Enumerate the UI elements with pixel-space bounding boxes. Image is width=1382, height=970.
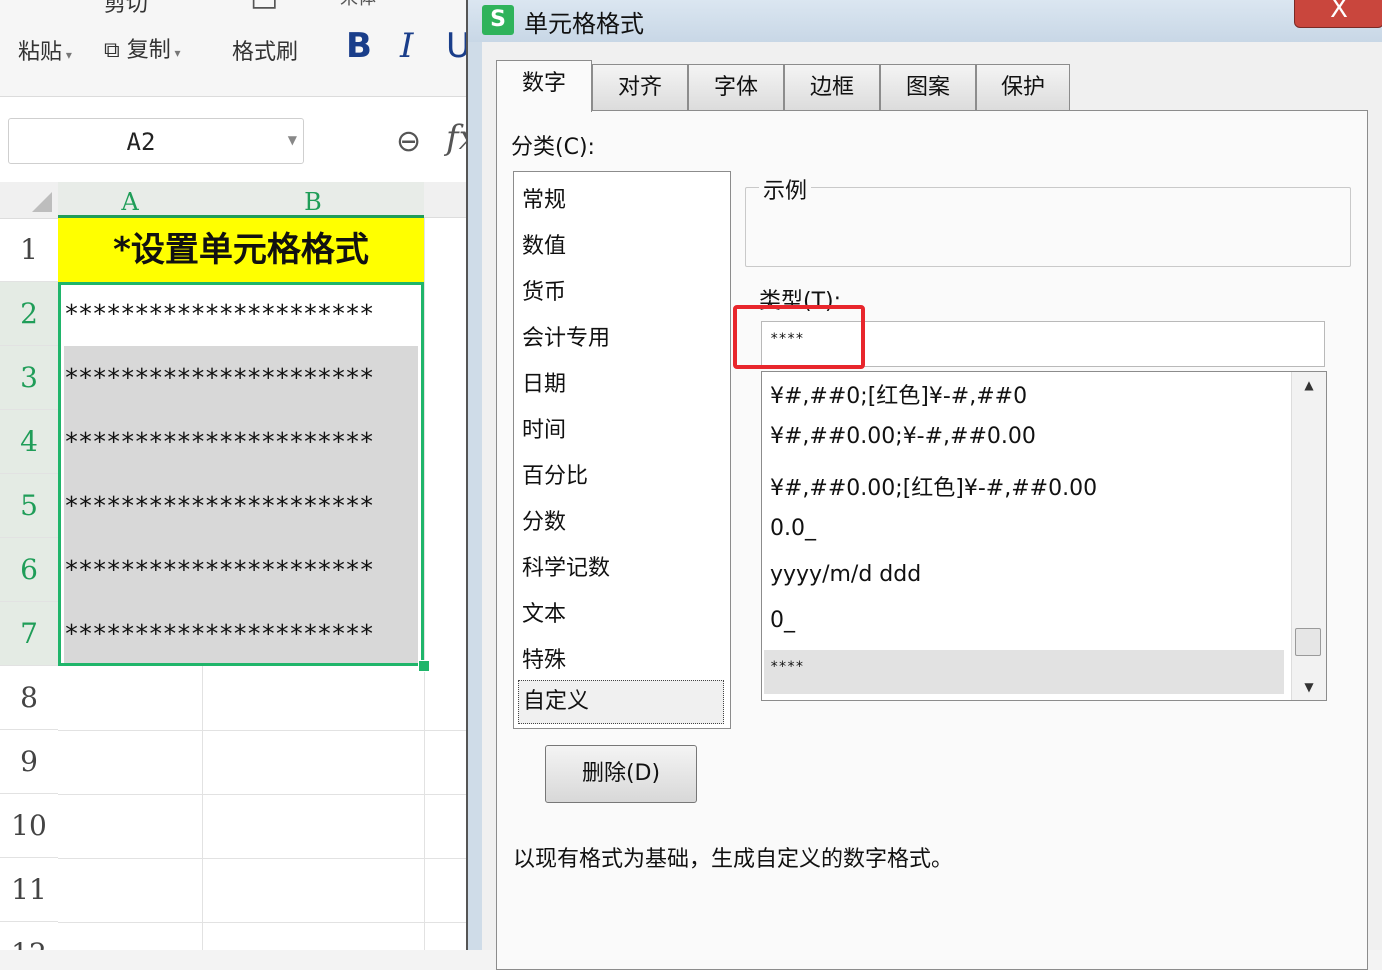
- format-list-scrollbar[interactable]: ▲ ▼: [1291, 372, 1326, 700]
- close-icon: X: [1330, 0, 1348, 24]
- grid-line: [202, 666, 203, 950]
- italic-label: I: [400, 26, 414, 66]
- tab-font[interactable]: 字体: [688, 64, 784, 110]
- format-item[interactable]: 0_: [770, 608, 795, 633]
- row-header-2[interactable]: 2: [0, 282, 58, 346]
- fx-icon[interactable]: fx: [446, 118, 468, 158]
- paste-label: 粘贴: [18, 40, 63, 65]
- dialog-body: 数字 对齐 字体 边框 图案 保护 分类(C): 常规 数值 货币 会计专用 日…: [482, 42, 1382, 970]
- tab-alignment[interactable]: 对齐: [592, 64, 688, 110]
- italic-button[interactable]: I: [400, 26, 413, 66]
- category-item-number[interactable]: 数值: [522, 228, 566, 260]
- tab-border[interactable]: 边框: [784, 64, 880, 110]
- column-header-c[interactable]: [424, 182, 466, 218]
- format-cells-dialog: S 单元格格式 X 数字 对齐 字体 边框 图案 保护 分类(C): 常规 数值…: [468, 0, 1382, 970]
- category-item-text[interactable]: 文本: [522, 596, 566, 628]
- scroll-up-icon[interactable]: ▲: [1292, 378, 1326, 392]
- scroll-down-icon[interactable]: ▼: [1292, 680, 1326, 694]
- sample-label: 示例: [759, 173, 812, 205]
- row-header-4[interactable]: 4: [0, 410, 58, 474]
- chevron-down-icon: ▾: [62, 48, 72, 62]
- tab-number[interactable]: 数字: [496, 60, 592, 112]
- category-item-scientific[interactable]: 科学记数: [522, 550, 610, 582]
- category-label: 分类(C):: [511, 135, 595, 160]
- row-header-6[interactable]: 6: [0, 538, 58, 602]
- row-header-7[interactable]: 7: [0, 602, 58, 666]
- bold-button[interactable]: B: [346, 26, 372, 66]
- category-item-percentage[interactable]: 百分比: [522, 458, 588, 490]
- sheet-grid: A B 1 2 3 4 5 6 7 8 9 10 11 12 *设置单元格格式 …: [0, 182, 466, 950]
- format-item-selected[interactable]: ****: [764, 650, 1284, 694]
- format-item[interactable]: yyyy/m/d ddd: [770, 562, 921, 587]
- select-all-corner[interactable]: [0, 182, 58, 219]
- grid-line: [58, 858, 466, 859]
- ribbon-toolbar: 剪切 粘贴 ▾ ⧉ 复制 ▾ 格式刷 ▭ 宋体 B I U: [0, 0, 468, 97]
- font-name-value: 宋体: [340, 0, 376, 9]
- category-item-time[interactable]: 时间: [522, 412, 566, 444]
- format-item[interactable]: ¥#,##0.00;¥-#,##0.00: [770, 424, 1036, 449]
- copy-button[interactable]: ⧉ 复制 ▾: [104, 32, 181, 64]
- highlight-annotation: [733, 305, 865, 369]
- row-header-8[interactable]: 8: [0, 666, 58, 730]
- cut-label: 剪切: [104, 0, 149, 17]
- cell-a1[interactable]: *设置单元格格式: [58, 218, 424, 282]
- grid-line: [58, 794, 466, 795]
- row-header-12[interactable]: 12: [0, 922, 58, 950]
- row-header-3[interactable]: 3: [0, 346, 58, 410]
- paste-button[interactable]: 粘贴 ▾: [18, 34, 72, 66]
- category-item-general[interactable]: 常规: [522, 182, 566, 214]
- dialog-title: 单元格格式: [524, 10, 644, 38]
- category-item-special[interactable]: 特殊: [522, 642, 566, 674]
- row-header-1[interactable]: 1: [0, 218, 58, 282]
- underline-button[interactable]: U: [446, 26, 468, 66]
- underline-label: U: [446, 26, 468, 66]
- grid-line: [58, 730, 466, 731]
- column-header-b[interactable]: B: [202, 182, 424, 218]
- row-header-9[interactable]: 9: [0, 730, 58, 794]
- chevron-down-icon: ▾: [170, 46, 181, 60]
- copy-label: 复制: [126, 38, 171, 63]
- format-item[interactable]: ¥#,##0.00;[红色]¥-#,##0.00: [770, 470, 1097, 502]
- category-item-accounting[interactable]: 会计专用: [522, 320, 610, 352]
- tab-pattern[interactable]: 图案: [880, 64, 976, 110]
- category-item-date[interactable]: 日期: [522, 366, 566, 398]
- grid-line: [58, 922, 466, 923]
- copy-icon: ⧉: [104, 38, 120, 63]
- app-icon: S: [482, 5, 514, 35]
- dialog-titlebar[interactable]: S 单元格格式 X: [468, 0, 1382, 42]
- format-painter-icon: ▭: [250, 0, 279, 19]
- fill-handle[interactable]: [418, 660, 430, 672]
- sample-group: [745, 187, 1351, 267]
- delete-button[interactable]: 删除(D): [545, 745, 697, 803]
- format-item[interactable]: 0.0_: [770, 516, 816, 541]
- format-list[interactable]: ¥#,##0;[红色]¥-#,##0 ¥#,##0.00;¥-#,##0.00 …: [761, 371, 1327, 701]
- fx-label: fx: [446, 118, 468, 158]
- format-item[interactable]: ¥#,##0;[红色]¥-#,##0: [770, 378, 1027, 410]
- format-painter-button[interactable]: 格式刷: [232, 34, 298, 66]
- row-header-10[interactable]: 10: [0, 794, 58, 858]
- format-description: 以现有格式为基础，生成自定义的数字格式。: [513, 847, 954, 872]
- grid-line: [424, 218, 425, 950]
- row-header-11[interactable]: 11: [0, 858, 58, 922]
- zoom-icon[interactable]: ⊖: [396, 124, 421, 159]
- spreadsheet-area: 剪切 粘贴 ▾ ⧉ 复制 ▾ 格式刷 ▭ 宋体 B I U A2 ▼ ⊖ fx …: [0, 0, 468, 950]
- bold-label: B: [346, 26, 372, 66]
- name-box[interactable]: A2 ▼: [8, 118, 304, 164]
- scroll-thumb[interactable]: [1295, 628, 1321, 656]
- cut-button[interactable]: 剪切: [104, 0, 148, 18]
- name-box-value: A2: [126, 128, 156, 156]
- column-header-a[interactable]: A: [58, 182, 202, 218]
- row-header-5[interactable]: 5: [0, 474, 58, 538]
- number-tab-panel: 分类(C): 常规 数值 货币 会计专用 日期 时间 百分比 分数 科学记数 文…: [496, 110, 1368, 970]
- format-painter-label: 格式刷: [232, 40, 299, 65]
- tab-protection[interactable]: 保护: [976, 64, 1070, 110]
- selection-border: [58, 282, 424, 666]
- font-name-field[interactable]: 宋体: [340, 0, 376, 10]
- chevron-down-icon[interactable]: ▼: [288, 133, 297, 147]
- category-item-custom[interactable]: 自定义: [518, 680, 724, 724]
- category-item-fraction[interactable]: 分数: [522, 504, 566, 536]
- category-list[interactable]: 常规 数值 货币 会计专用 日期 时间 百分比 分数 科学记数 文本 特殊 自定…: [513, 171, 731, 729]
- close-button[interactable]: X: [1294, 0, 1382, 28]
- category-item-currency[interactable]: 货币: [522, 274, 566, 306]
